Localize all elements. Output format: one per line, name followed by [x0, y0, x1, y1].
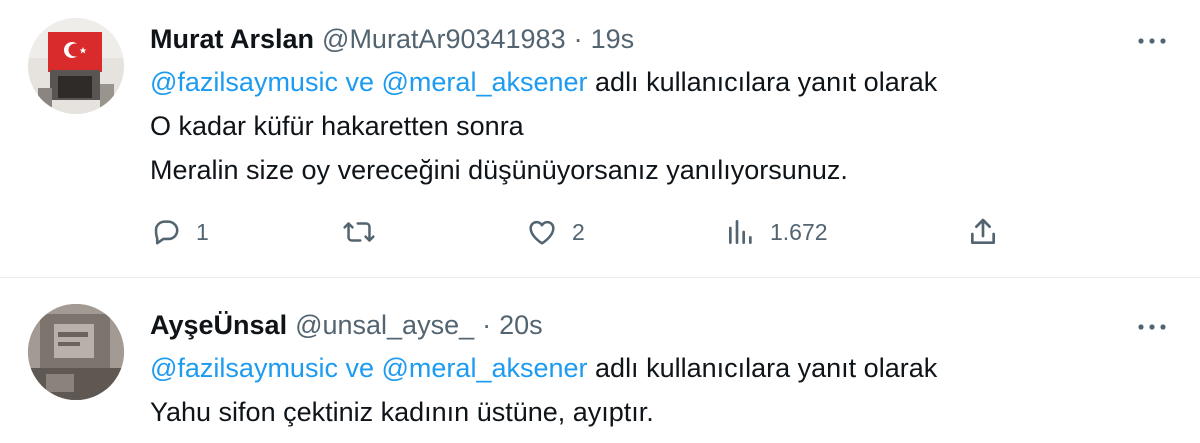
reply-button[interactable]: 1 [150, 216, 209, 248]
share-upload-icon [968, 216, 998, 248]
avatar[interactable] [28, 18, 124, 114]
more-horizontal-icon [1137, 32, 1167, 50]
views-chart-icon [726, 216, 756, 248]
tweet[interactable]: AyşeÜnsal @unsal_ayse_ · 20s @fazilsaymu… [0, 278, 1200, 443]
replying-connector: ve [345, 67, 374, 97]
views-button[interactable]: 1.672 [726, 216, 828, 248]
user-handle[interactable]: @unsal_ayse_ [295, 304, 474, 346]
mention-link[interactable]: @fazilsaymusic [150, 67, 338, 97]
mention-link[interactable]: @fazilsaymusic [150, 353, 338, 383]
avatar[interactable] [28, 304, 124, 400]
retweet-icon [342, 216, 376, 248]
replying-to: @fazilsaymusic ve @meral_aksener adlı ku… [150, 346, 1174, 390]
tweet[interactable]: Murat Arslan @MuratAr90341983 · 19s @faz… [0, 0, 1200, 278]
replying-connector: ve [345, 353, 374, 383]
replying-to: @fazilsaymusic ve @meral_aksener adlı ku… [150, 60, 1174, 104]
display-name[interactable]: AyşeÜnsal [150, 304, 287, 346]
timestamp[interactable]: 20s [499, 304, 543, 346]
tweet-text-line: O kadar küfür hakaretten sonra [150, 111, 524, 141]
replying-suffix: adlı kullanıcılara yanıt olarak [595, 353, 938, 383]
more-options-button[interactable] [1132, 312, 1172, 342]
tweet-text-line: Meralin size oy vereceğini düşünüyorsanı… [150, 155, 848, 185]
tweet-header: AyşeÜnsal @unsal_ayse_ · 20s [150, 304, 1174, 346]
views-count: 1.672 [770, 218, 828, 245]
heart-icon [526, 216, 558, 248]
share-button[interactable] [968, 216, 998, 248]
separator-dot: · [482, 310, 492, 340]
more-horizontal-icon [1137, 318, 1167, 336]
tweet-text: O kadar küfür hakaretten sonra Meralin s… [150, 104, 1174, 192]
reply-count: 1 [196, 218, 209, 245]
separator-dot: · [573, 24, 583, 54]
mention-link[interactable]: @meral_aksener [382, 353, 588, 383]
tweet-header: Murat Arslan @MuratAr90341983 · 19s [150, 18, 1174, 60]
tweet-text-line: Yahu sifon çektiniz kadının üstüne, ayıp… [150, 397, 654, 427]
timestamp[interactable]: 19s [591, 18, 635, 60]
display-name[interactable]: Murat Arslan [150, 18, 314, 60]
like-button[interactable]: 2 [526, 216, 585, 248]
user-handle[interactable]: @MuratAr90341983 [322, 18, 566, 60]
retweet-button[interactable] [342, 216, 376, 248]
more-options-button[interactable] [1132, 26, 1172, 56]
tweet-text: Yahu sifon çektiniz kadının üstüne, ayıp… [150, 390, 1174, 434]
action-bar: 1 2 1.672 [150, 216, 1174, 256]
like-count: 2 [572, 218, 585, 245]
mention-link[interactable]: @meral_aksener [382, 67, 588, 97]
reply-bubble-icon [150, 216, 182, 248]
replying-suffix: adlı kullanıcılara yanıt olarak [595, 67, 938, 97]
